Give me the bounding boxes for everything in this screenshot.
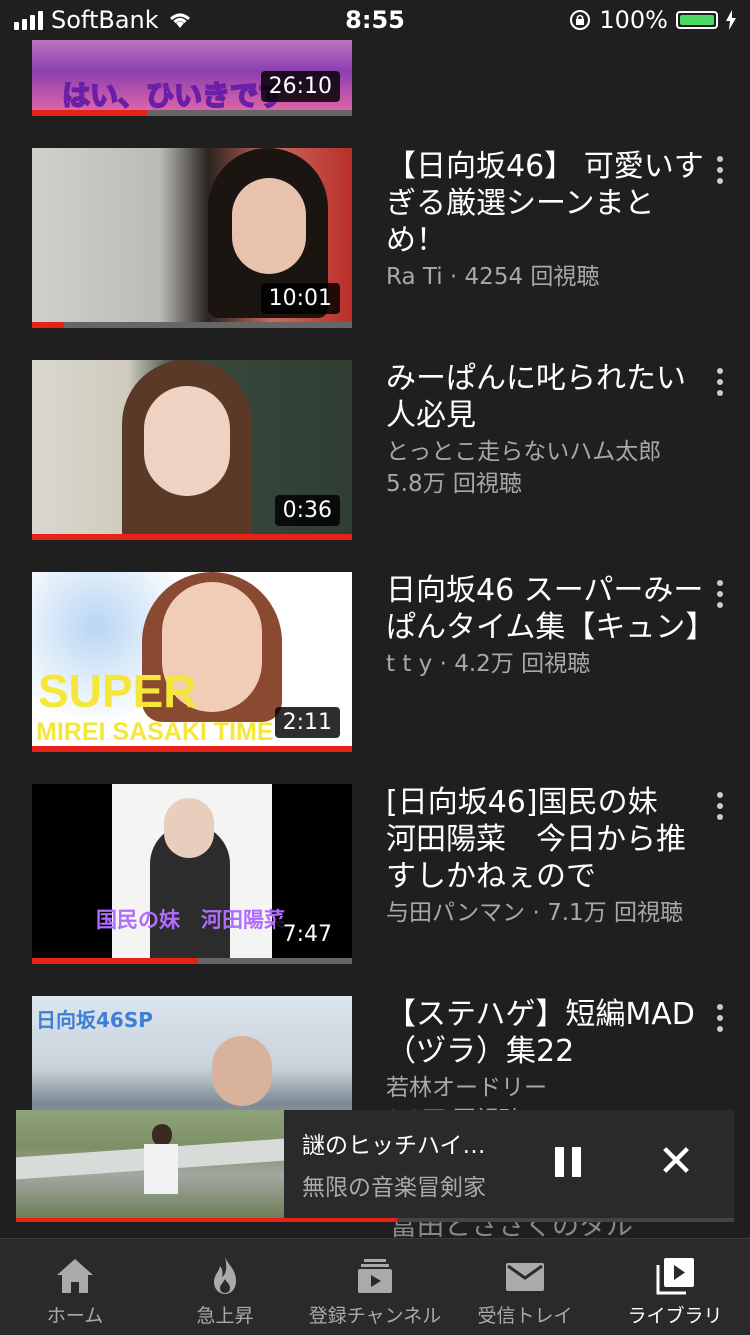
more-options-icon[interactable] — [710, 362, 730, 402]
subscriptions-icon — [358, 1259, 392, 1293]
tab-label: 急上昇 — [196, 1305, 254, 1327]
thumb-text: 日向坂46SP — [36, 1008, 153, 1032]
watch-progress — [32, 746, 352, 752]
battery-percent: 100% — [599, 6, 668, 34]
video-meta: 【日向坂46】 可愛いすぎる厳選シーンまとめ！ Ra Ti · 4254 回視聴 — [386, 148, 706, 293]
video-title[interactable]: 日向坂46 スーパーみーぱんタイム集【キュン】 — [386, 572, 715, 646]
video-title[interactable]: みーぱんに叱られたい人必見 — [386, 360, 706, 434]
tab-trending[interactable]: 急上昇 — [150, 1239, 300, 1335]
tab-label: 受信トレイ — [477, 1305, 573, 1327]
face — [164, 798, 214, 858]
video-meta: みーぱんに叱られたい人必見 とっとこ走らないハム太郎 5.8万 回視聴 — [386, 360, 706, 500]
watch-progress — [32, 322, 352, 328]
video-meta: 日向坂46 スーパーみーぱんタイム集【キュン】 t t y · 4.2万 回視聴 — [386, 572, 715, 680]
tab-label: 登録チャンネル — [308, 1305, 442, 1327]
video-thumbnail[interactable]: 0:36 — [32, 360, 352, 540]
channel-views: 与田パンマン · 7.1万 回視聴 — [386, 900, 683, 926]
view-count: 5.8万 回視聴 — [386, 471, 522, 497]
video-duration: 26:10 — [260, 71, 340, 102]
channel-views: t t y · 4.2万 回視聴 — [386, 651, 591, 677]
watch-progress — [32, 958, 352, 964]
video-thumbnail[interactable]: SUPER MIREI SASAKI TIME 2:11 — [32, 572, 352, 752]
home-icon — [57, 1259, 93, 1293]
status-bar: SoftBank 8:55 100% — [0, 0, 750, 40]
video-thumbnail[interactable]: 10:01 — [32, 148, 352, 328]
status-right: 100% — [569, 6, 736, 34]
thumb-text: MIREI SASAKI TIME — [36, 718, 274, 746]
close-icon[interactable]: ✕ — [656, 1140, 696, 1184]
mini-player-title[interactable]: 謎のヒッチハイ… — [302, 1126, 486, 1160]
mini-player-artist: 無限の音楽冒剣家 — [302, 1175, 486, 1201]
tab-home[interactable]: ホーム — [0, 1239, 150, 1335]
more-options-icon[interactable] — [710, 786, 730, 826]
video-title[interactable]: 【ステハゲ】短編MAD（ヅラ）集22 — [386, 996, 706, 1070]
orientation-lock-icon — [570, 10, 591, 30]
mini-player-thumbnail[interactable] — [16, 1110, 284, 1218]
video-duration: 10:01 — [260, 283, 340, 314]
tab-library[interactable]: ライブラリ — [600, 1239, 750, 1335]
pause-icon[interactable] — [548, 1142, 588, 1182]
flame-icon — [214, 1257, 236, 1294]
bottom-nav: ホーム 急上昇 登録チャンネル 受信トレイ ライブラリ — [0, 1238, 750, 1335]
video-title[interactable]: 【日向坂46】 可愛いすぎる厳選シーンまとめ！ — [386, 148, 706, 259]
video-duration: 0:36 — [274, 495, 340, 526]
video-duration: 2:11 — [274, 707, 340, 738]
face — [144, 386, 230, 496]
video-title[interactable]: [日向坂46]国民の妹 河田陽菜 今日から推すしかねぇので — [386, 784, 706, 895]
mini-player-progress — [16, 1218, 734, 1222]
tab-label: ホーム — [46, 1305, 104, 1327]
battery-icon — [676, 11, 718, 29]
channel-name: とっとこ走らないハム太郎 — [386, 439, 662, 465]
face — [212, 1036, 272, 1106]
channel-name: 若林オードリー — [386, 1075, 547, 1101]
more-options-icon[interactable] — [710, 998, 730, 1038]
channel-views: Ra Ti · 4254 回視聴 — [386, 264, 600, 290]
mini-player[interactable]: 謎のヒッチハイ… 無限の音楽冒剣家 ✕ — [16, 1110, 734, 1222]
mail-icon — [506, 1263, 544, 1291]
video-duration: 7:47 — [274, 919, 340, 950]
thumb-text: 国民の妹 河田陽菜 — [96, 908, 285, 932]
more-options-icon[interactable] — [710, 574, 730, 614]
tab-inbox[interactable]: 受信トレイ — [450, 1239, 600, 1335]
tab-subscriptions[interactable]: 登録チャンネル — [300, 1239, 450, 1335]
watch-progress — [32, 534, 352, 540]
charging-icon — [726, 10, 736, 30]
tab-label: ライブラリ — [627, 1305, 723, 1327]
video-thumbnail[interactable]: 国民の妹 河田陽菜 7:47 — [32, 784, 352, 964]
watch-progress — [32, 110, 352, 116]
more-options-icon[interactable] — [710, 150, 730, 190]
thumb-caption: はい、ひいきです — [61, 78, 287, 113]
library-icon — [656, 1258, 694, 1295]
thumb-text: SUPER — [38, 665, 197, 717]
video-meta: [日向坂46]国民の妹 河田陽菜 今日から推すしかねぇので 与田パンマン · 7… — [386, 784, 706, 929]
face — [232, 178, 306, 274]
